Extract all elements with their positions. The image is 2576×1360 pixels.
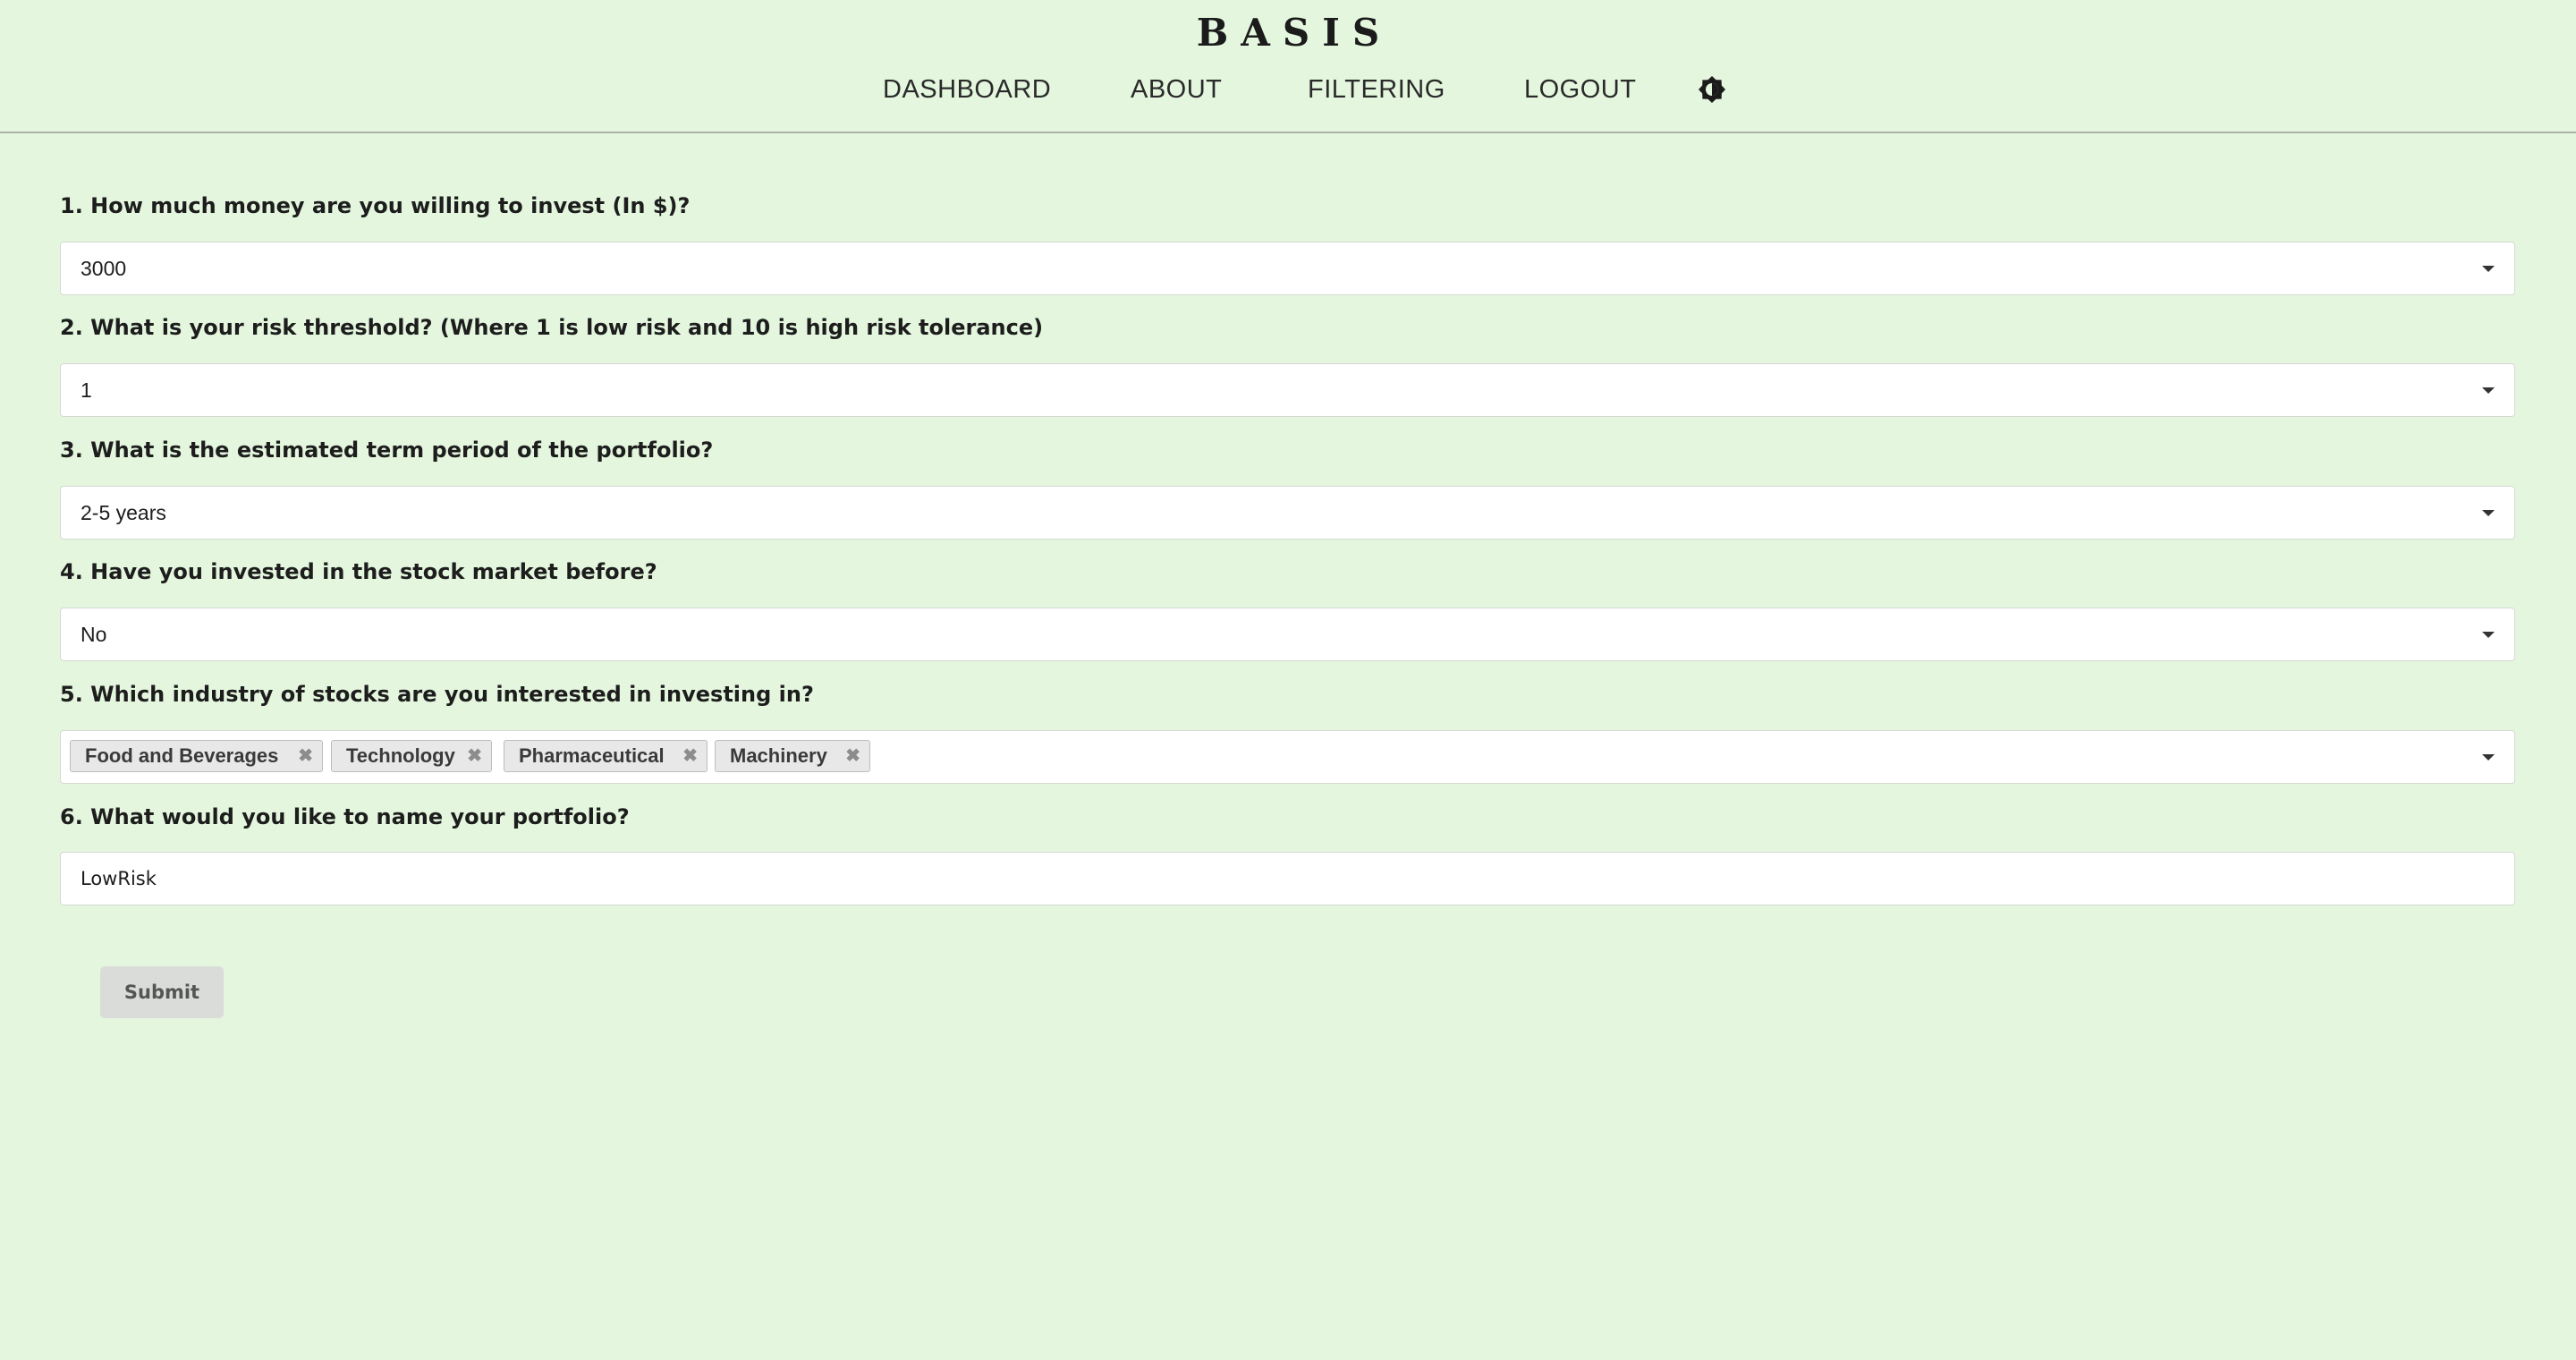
question-term-period: 3. What is the estimated term period of … — [60, 438, 714, 463]
top-header: BASIS DASHBOARD ABOUT FILTERING LOGOUT — [0, 0, 2576, 133]
risk-threshold-value: 1 — [80, 378, 92, 402]
remove-tag-icon[interactable]: ✖ — [682, 741, 698, 771]
industry-tag-label: Food and Beverages — [85, 744, 279, 767]
term-period-value: 2-5 years — [80, 501, 166, 524]
term-period-select[interactable]: 2-5 years — [60, 486, 2515, 540]
investment-amount-select[interactable]: 3000 — [60, 242, 2515, 295]
chevron-down-icon — [2482, 754, 2495, 761]
question-portfolio-name: 6. What would you like to name your port… — [60, 804, 630, 829]
industry-tag: Food and Beverages ✖ — [70, 740, 323, 772]
industry-multiselect[interactable]: Food and Beverages ✖ Technology ✖ Pharma… — [60, 730, 2515, 784]
industry-tag: Machinery ✖ — [715, 740, 870, 772]
remove-tag-icon[interactable]: ✖ — [467, 741, 482, 771]
invested-before-select[interactable]: No — [60, 608, 2515, 661]
nav-filtering[interactable]: FILTERING — [1308, 72, 1445, 107]
chevron-down-icon — [2482, 510, 2495, 516]
logo[interactable]: BASIS — [0, 11, 2576, 55]
brightness-icon[interactable] — [1698, 75, 1726, 104]
main-nav: DASHBOARD ABOUT FILTERING LOGOUT — [0, 72, 2576, 107]
remove-tag-icon[interactable]: ✖ — [845, 741, 860, 771]
industry-tag: Pharmaceutical ✖ — [504, 740, 708, 772]
nav-about[interactable]: ABOUT — [1131, 72, 1222, 107]
submit-button[interactable]: Submit — [100, 966, 224, 1018]
question-invested-before: 4. Have you invested in the stock market… — [60, 559, 657, 584]
invested-before-value: No — [80, 623, 107, 646]
nav-logout[interactable]: LOGOUT — [1524, 72, 1636, 107]
portfolio-name-input[interactable] — [60, 852, 2515, 905]
chevron-down-icon — [2482, 632, 2495, 638]
question-investment-amount: 1. How much money are you willing to inv… — [60, 193, 691, 218]
industry-tag-label: Machinery — [730, 744, 827, 767]
chevron-down-icon — [2482, 387, 2495, 394]
risk-threshold-select[interactable]: 1 — [60, 363, 2515, 417]
question-risk-threshold: 2. What is your risk threshold? (Where 1… — [60, 315, 1044, 340]
industry-tag: Technology ✖ — [331, 740, 492, 772]
investment-amount-value: 3000 — [80, 257, 127, 280]
nav-dashboard[interactable]: DASHBOARD — [883, 72, 1051, 107]
industry-tag-label: Pharmaceutical — [519, 744, 665, 767]
industry-tag-label: Technology — [346, 744, 455, 767]
chevron-down-icon — [2482, 266, 2495, 272]
question-industry: 5. Which industry of stocks are you inte… — [60, 682, 814, 707]
remove-tag-icon[interactable]: ✖ — [298, 741, 313, 771]
